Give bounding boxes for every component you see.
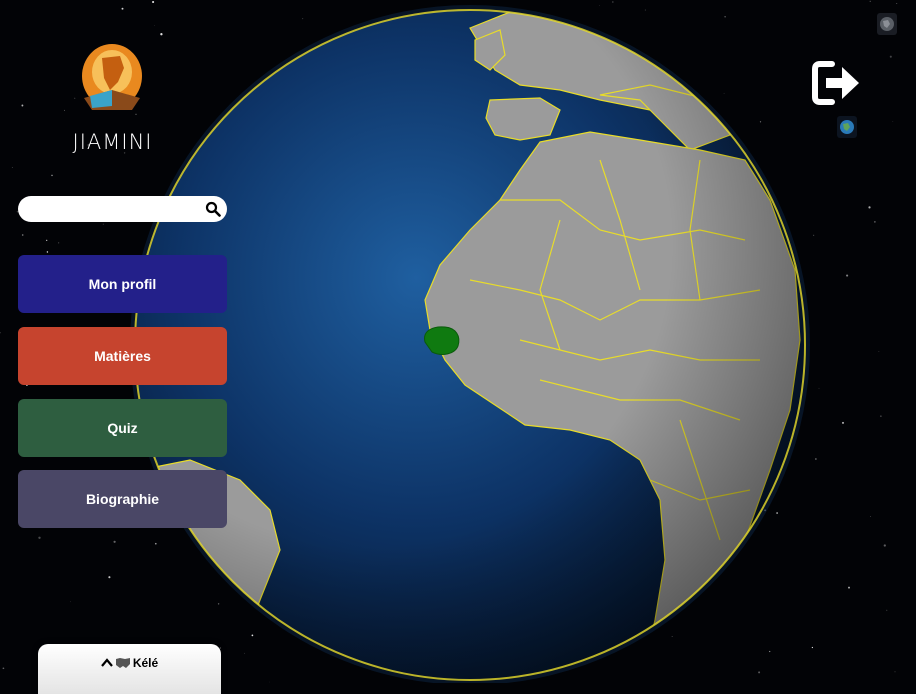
bottom-tab-label: Kélé — [132, 656, 159, 670]
quiz-label: Quiz — [107, 420, 138, 436]
my-profile-button[interactable]: Mon profil — [18, 255, 227, 313]
biography-button[interactable]: Biographie — [18, 470, 227, 528]
my-profile-label: Mon profil — [88, 276, 157, 292]
chevron-up-icon — [100, 658, 113, 667]
globe-view-icon[interactable] — [877, 13, 897, 35]
subjects-button[interactable]: Matières — [18, 327, 227, 385]
app-logo — [82, 44, 142, 110]
subjects-label: Matières — [94, 348, 151, 364]
bottom-panel[interactable]: Kélé — [38, 644, 221, 694]
bottom-tab[interactable]: Kélé — [38, 656, 221, 670]
quiz-button[interactable]: Quiz — [18, 399, 227, 457]
search-box[interactable] — [18, 196, 227, 222]
earth-view-icon[interactable] — [837, 116, 857, 138]
map-icon — [115, 658, 130, 668]
search-icon[interactable] — [205, 201, 221, 217]
search-input[interactable] — [28, 199, 202, 221]
logout-icon[interactable] — [810, 58, 862, 108]
globe-shading — [135, 10, 805, 680]
biography-label: Biographie — [85, 491, 160, 507]
app-title: JIAMINI — [72, 130, 153, 154]
